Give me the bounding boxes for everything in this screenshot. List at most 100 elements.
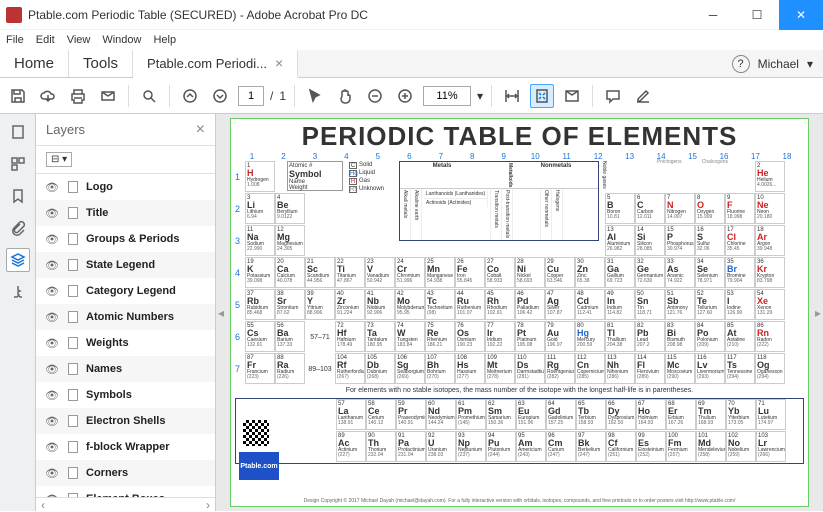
element-cell: 28NiNickel58.693 [515,257,545,288]
element-cell: 25MnManganese54.938 [425,257,455,288]
element-cell: 118OgOganesson(294) [755,353,785,384]
element-cell: 7NNitrogen14.007 [665,193,695,224]
layer-row[interactable]: 👁Electron Shells [36,408,215,434]
layer-row[interactable]: 👁Groups & Periods [36,226,215,252]
phase-legend: CSolid HgLiquid HGas RfUnknown [349,161,384,193]
zoom-dropdown-icon[interactable]: ▾ [477,89,483,103]
maximize-button[interactable]: ☐ [735,0,779,30]
comment-button[interactable] [601,84,625,108]
page-down-button[interactable] [208,84,232,108]
rail-layers[interactable] [6,248,30,272]
zoom-input[interactable] [423,86,471,106]
element-cell: 83BiBismuth208.98 [665,321,695,352]
element-cell: 108HsHassium(277) [455,353,485,384]
layer-row[interactable]: 👁 Names [36,356,215,382]
layer-row[interactable]: 👁Element Boxes [36,486,215,497]
search-button[interactable] [137,84,161,108]
layer-row[interactable]: 👁Weights [36,330,215,356]
visibility-icon[interactable]: 👁 [44,259,60,272]
email-button[interactable] [96,84,120,108]
layer-icon [68,207,78,219]
layer-name: f-block Wrapper [86,441,207,453]
element-cell: 81TlThallium204.38 [605,321,635,352]
element-cell: 31GaGallium69.723 [605,257,635,288]
layer-row[interactable]: 👁Category Legend [36,278,215,304]
element-cell: 84PoPolonium(209) [695,321,725,352]
tab-tools[interactable]: Tools [69,50,133,77]
menu-help[interactable]: Help [153,34,176,46]
collapse-left-icon[interactable]: ◂ [216,114,226,511]
visibility-icon[interactable]: 👁 [44,181,60,194]
layer-icon [68,363,78,375]
hand-tool[interactable] [333,84,357,108]
visibility-icon[interactable]: 👁 [44,363,60,376]
element-cell: 22TiTitanium47.867 [335,257,365,288]
element-cell: 61PmPromethium(145) [456,399,486,430]
user-name[interactable]: Michael [758,57,799,71]
element-cell: 23VVanadium50.942 [365,257,395,288]
page-up-button[interactable] [178,84,202,108]
layer-row[interactable]: 👁Symbols [36,382,215,408]
visibility-icon[interactable]: 👁 [44,207,60,220]
print-button[interactable] [66,84,90,108]
menu-window[interactable]: Window [102,34,141,46]
help-button[interactable]: ? [732,55,750,73]
visibility-icon[interactable]: 👁 [44,311,60,324]
visibility-icon[interactable]: 👁 [44,337,60,350]
layers-options-icon[interactable]: ⊟ ▾ [46,152,72,167]
tab-close-icon[interactable]: × [275,55,283,71]
visibility-icon[interactable]: 👁 [44,389,60,402]
visibility-icon[interactable]: 👁 [44,441,60,454]
element-cell: 104RfRutherfordium(267) [335,353,365,384]
user-dropdown-icon[interactable]: ▾ [807,57,813,71]
menu-edit[interactable]: Edit [36,34,55,46]
layer-row[interactable]: 👁Logo [36,174,215,200]
element-cell: 54XeXenon131.29 [755,289,785,320]
layer-name: Atomic Numbers [86,311,207,323]
layers-list[interactable]: 👁Logo👁Title👁Groups & Periods👁State Legen… [36,174,215,497]
fit-width-button[interactable] [500,84,524,108]
rail-pages[interactable] [6,152,30,176]
element-cell: 39YYttrium88.906 [305,289,335,320]
document-view[interactable]: ◂ PERIODIC TABLE OF ELEMENTS 12345678910… [216,114,823,511]
tab-document[interactable]: Ptable.com Periodi... × [133,50,298,78]
layer-row[interactable]: 👁 Atomic Numbers [36,304,215,330]
rail-attachments[interactable] [6,216,30,240]
close-button[interactable]: ✕ [779,0,823,30]
visibility-icon[interactable]: 👁 [44,415,60,428]
element-cell: 66DyDysprosium162.50 [606,399,636,430]
element-cell: 56BaBarium137.33 [275,321,305,352]
rail-bookmarks[interactable] [6,184,30,208]
element-cell: 46PdPalladium106.42 [515,289,545,320]
select-tool[interactable] [303,84,327,108]
save-button[interactable] [6,84,30,108]
element-cell: 1HHydrogen1.008 [245,161,275,192]
visibility-icon[interactable]: 👁 [44,233,60,246]
minimize-button[interactable]: ─ [691,0,735,30]
reading-mode-button[interactable] [560,84,584,108]
zoom-in-button[interactable] [393,84,417,108]
rail-signatures[interactable] [6,280,30,304]
tab-home[interactable]: Home [0,50,69,77]
menu-view[interactable]: View [67,34,91,46]
layer-row[interactable]: 👁Corners [36,460,215,486]
layer-row[interactable]: 👁State Legend [36,252,215,278]
layer-row[interactable]: 👁 f-block Wrapper [36,434,215,460]
visibility-icon[interactable]: 👁 [44,467,60,480]
zoom-out-button[interactable] [363,84,387,108]
element-cell: 117TsTennessine(294) [725,353,755,384]
collapse-right-icon[interactable]: ▸ [813,114,823,511]
menu-file[interactable]: File [6,34,24,46]
layer-name: Names [86,363,207,375]
highlight-button[interactable] [631,84,655,108]
layers-hscroll[interactable]: ‹› [36,497,215,511]
cloud-button[interactable] [36,84,60,108]
layers-close-icon[interactable]: × [196,121,205,139]
rail-thumbnails[interactable] [6,120,30,144]
element-cell: 13AlAluminium26.982 [605,225,635,256]
page-input[interactable] [238,86,264,106]
fit-page-button[interactable] [530,84,554,108]
element-cell: 71LuLutetium174.97 [756,399,786,430]
layer-row[interactable]: 👁Title [36,200,215,226]
visibility-icon[interactable]: 👁 [44,285,60,298]
